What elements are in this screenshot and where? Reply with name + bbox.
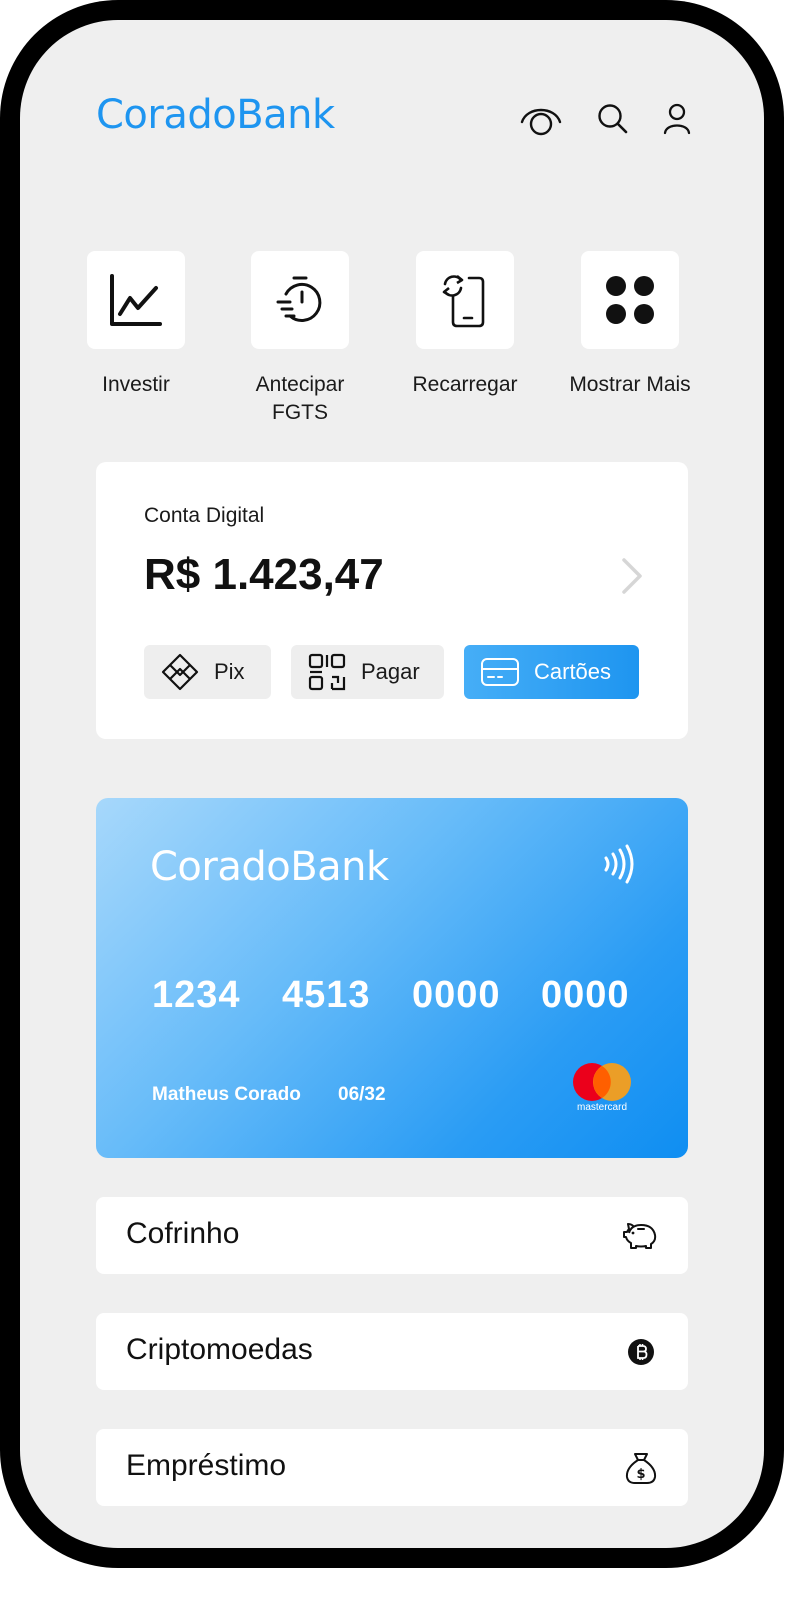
contactless-icon xyxy=(604,844,634,884)
quick-action-investir[interactable]: Investir xyxy=(66,251,206,399)
account-balance: R$ 1.423,47 xyxy=(144,550,384,599)
card-number-group: 1234 xyxy=(152,974,241,1016)
quick-action-label: Mostrar Mais xyxy=(569,373,691,396)
card-holder-name: Matheus Corado xyxy=(152,1084,301,1105)
quick-action-label: Investir xyxy=(102,373,170,396)
pix-button[interactable]: Pix xyxy=(144,645,271,699)
account-panel: Conta Digital R$ 1.423,47 Pix Pagar Cart… xyxy=(96,462,688,739)
cartoes-button[interactable]: Cartões xyxy=(464,645,639,699)
card-number-group: 0000 xyxy=(541,974,630,1016)
pix-icon xyxy=(160,652,200,692)
quick-action-button[interactable] xyxy=(87,251,185,349)
user-icon[interactable] xyxy=(654,98,700,140)
chevron-right-icon[interactable] xyxy=(616,554,646,598)
quick-action-antecipar-fgts[interactable]: Antecipar FGTS xyxy=(230,251,370,427)
dots-grid-icon xyxy=(606,276,654,324)
app-logo: CoradoBank xyxy=(96,92,335,138)
timer-icon xyxy=(276,276,322,322)
pix-label: Pix xyxy=(214,659,245,684)
search-icon[interactable] xyxy=(590,98,636,140)
pagar-button[interactable]: Pagar xyxy=(291,645,444,699)
mastercard-logo: mastercard xyxy=(570,1062,634,1116)
quick-action-recarregar[interactable]: Recarregar xyxy=(395,251,535,399)
pagar-label: Pagar xyxy=(361,659,420,684)
quick-action-button[interactable] xyxy=(581,251,679,349)
menu-item-label: Empréstimo xyxy=(126,1449,287,1482)
menu-item-label: Criptomoedas xyxy=(126,1333,313,1366)
menu-item-label: Cofrinho xyxy=(126,1217,240,1250)
quick-action-mostrar-mais[interactable]: Mostrar Mais xyxy=(560,251,700,399)
chart-icon xyxy=(110,274,162,326)
app-screen: CoradoBank Investir Antecipar FGTS Recar… xyxy=(20,20,764,1548)
phone-frame: CoradoBank Investir Antecipar FGTS Recar… xyxy=(0,0,784,1568)
quick-action-button[interactable] xyxy=(416,251,514,349)
phone-refresh-icon xyxy=(442,274,485,328)
svg-text:$: $ xyxy=(636,1467,645,1482)
quick-action-label: Recarregar xyxy=(412,373,518,396)
cartoes-label: Cartões xyxy=(534,659,612,684)
card-number-group: 4513 xyxy=(282,974,371,1016)
card-brand: CoradoBank xyxy=(150,844,389,890)
credit-card[interactable]: CoradoBank 1234 4513 0000 0000 Matheus C… xyxy=(96,798,688,1158)
card-number-group: 0000 xyxy=(412,974,501,1016)
card-icon xyxy=(480,652,520,692)
menu-item-criptomoedas[interactable]: Criptomoedas xyxy=(96,1313,688,1390)
piggy-bank-icon xyxy=(622,1217,660,1255)
menu-item-emprestimo[interactable]: Empréstimo $ xyxy=(96,1429,688,1506)
account-title: Conta Digital xyxy=(144,504,265,527)
eye-icon[interactable] xyxy=(518,98,564,140)
mastercard-wordmark: mastercard xyxy=(576,1102,627,1113)
money-bag-icon: $ xyxy=(622,1449,660,1487)
menu-item-cofrinho[interactable]: Cofrinho xyxy=(96,1197,688,1274)
quick-action-button[interactable] xyxy=(251,251,349,349)
qr-icon xyxy=(307,652,347,692)
bitcoin-icon xyxy=(622,1333,660,1371)
quick-action-label: Antecipar FGTS xyxy=(255,373,345,424)
card-expiry: 06/32 xyxy=(338,1084,386,1105)
